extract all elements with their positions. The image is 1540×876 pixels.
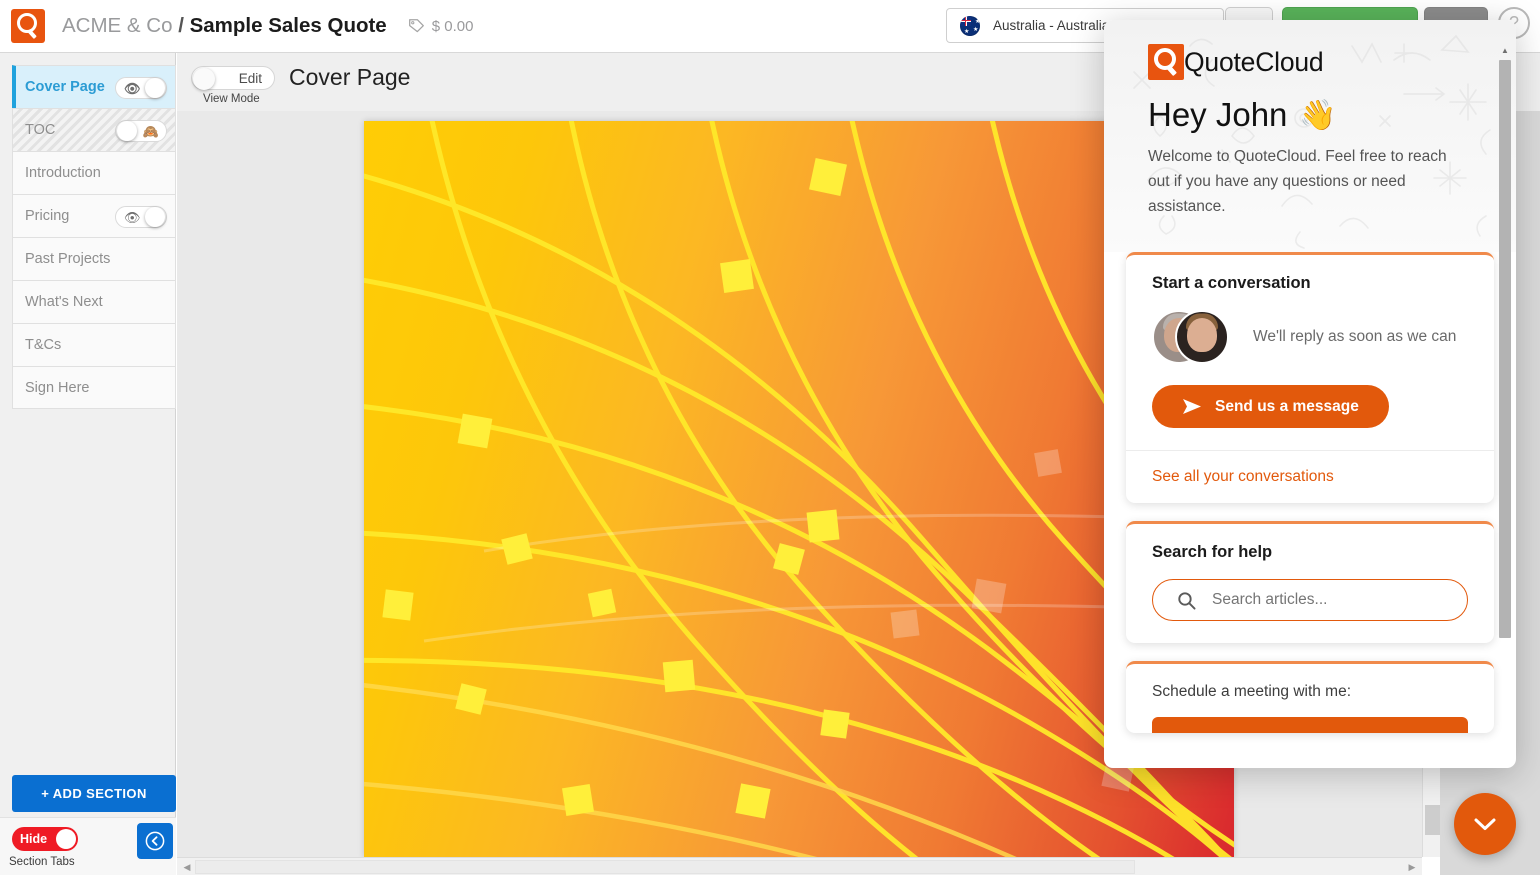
triangle-right-icon[interactable]: ▶ [1404, 858, 1420, 876]
horizontal-scroll-thumb[interactable] [195, 860, 1135, 874]
sidebar-item-label: Sign Here [25, 380, 89, 396]
sidebar-item-label: TOC [25, 122, 55, 138]
messenger-brand: QuoteCloud [1148, 44, 1472, 80]
quote-total: $ 0.00 [408, 18, 474, 35]
sidebar-item-sign-here[interactable]: Sign Here [12, 366, 176, 409]
sidebar-item-pricing[interactable]: Pricing 👁 [12, 194, 176, 237]
schedule-meeting-button[interactable] [1152, 717, 1468, 733]
messenger-launcher-button[interactable] [1454, 793, 1516, 855]
breadcrumb-separator: / [178, 14, 184, 37]
eye-slash-icon: 🙈 [143, 124, 159, 140]
help-search-field[interactable] [1152, 579, 1468, 621]
visibility-toggle-pricing[interactable]: 👁 [115, 206, 167, 228]
logo-handle [27, 29, 37, 39]
price-tag-icon [408, 18, 425, 35]
send-us-a-message-button[interactable]: Send us a message [1152, 385, 1389, 428]
arrow-left-circle-icon[interactable] [137, 823, 173, 859]
sidebar-item-label: Pricing [25, 208, 69, 224]
sidebar-item-whats-next[interactable]: What's Next [12, 280, 176, 323]
search-for-help-heading: Search for help [1152, 543, 1468, 562]
breadcrumb: ACME & Co / Sample Sales Quote [62, 14, 387, 38]
start-conversation-card: Start a conversation We'll reply as soon… [1126, 252, 1494, 503]
triangle-left-icon[interactable]: ◀ [179, 858, 195, 876]
send-button-label: Send us a message [1215, 398, 1359, 416]
search-for-help-card: Search for help [1126, 521, 1494, 643]
country-select-label: Australia - Australian [993, 18, 1117, 33]
messenger-brand-name: QuoteCloud [1184, 47, 1323, 78]
avatar-group [1152, 310, 1237, 364]
edit-mode-toggle[interactable]: Edit [191, 66, 275, 90]
visibility-toggle-cover-page[interactable]: 👁 [115, 77, 167, 99]
conversation-reply-row: We'll reply as soon as we can [1152, 310, 1468, 364]
messenger-scrollbar[interactable]: ▲ ▼ [1498, 46, 1512, 768]
hide-section-tabs-toggle[interactable]: Hide [12, 827, 78, 851]
breadcrumb-company[interactable]: ACME & Co [62, 14, 173, 37]
document-horizontal-scrollbar[interactable]: ◀ ▶ [177, 857, 1422, 875]
quote-total-value: $ 0.00 [432, 18, 474, 35]
sidebar-item-label: What's Next [25, 294, 103, 310]
paper-plane-icon [1182, 398, 1202, 415]
section-list: Cover Page 👁 TOC 🙈 Introduction Pricing … [12, 65, 176, 409]
sidebar-item-label: T&Cs [25, 337, 61, 353]
search-input[interactable] [1210, 590, 1440, 610]
sidebar-item-tcs[interactable]: T&Cs [12, 323, 176, 366]
intercom-messenger-panel[interactable]: QuoteCloud Hey John 👋 Welcome to QuoteCl… [1104, 20, 1516, 768]
eye-icon: 👁 [124, 81, 141, 97]
triangle-up-icon[interactable]: ▲ [1499, 46, 1511, 58]
edit-toggle-label: Edit [239, 71, 262, 86]
quotecloud-logo-icon[interactable] [11, 9, 45, 43]
quotecloud-logo-icon [1148, 44, 1184, 80]
sidebar-item-cover-page[interactable]: Cover Page 👁 [12, 65, 176, 108]
sidebar-item-past-projects[interactable]: Past Projects [12, 237, 176, 280]
eye-icon: 👁 [124, 210, 141, 226]
page-title: Cover Page [289, 64, 410, 91]
reply-note: We'll reply as soon as we can [1253, 325, 1456, 350]
sidebar-item-introduction[interactable]: Introduction [12, 151, 176, 194]
sections-sidebar: Cover Page 👁 TOC 🙈 Introduction Pricing … [0, 53, 176, 875]
messenger-greeting: Hey John 👋 [1148, 96, 1472, 134]
start-conversation-heading: Start a conversation [1152, 274, 1468, 293]
visibility-toggle-toc[interactable]: 🙈 [115, 120, 167, 142]
avatar [1175, 310, 1229, 364]
sidebar-footer: Hide Section Tabs [0, 817, 176, 875]
add-section-button[interactable]: + ADD SECTION [12, 775, 176, 812]
vertical-scroll-thumb[interactable] [1425, 805, 1440, 835]
sidebar-item-label: Past Projects [25, 251, 110, 267]
australia-flag-icon: ★ ★ ★ [960, 16, 980, 36]
messenger-scroll-thumb[interactable] [1499, 60, 1511, 638]
sidebar-item-toc[interactable]: TOC 🙈 [12, 108, 176, 151]
see-all-conversations-link[interactable]: See all your conversations [1126, 450, 1494, 503]
sidebar-item-label: Introduction [25, 165, 101, 181]
schedule-meeting-card: Schedule a meeting with me: [1126, 661, 1494, 733]
messenger-welcome-text: Welcome to QuoteCloud. Feel free to reac… [1148, 144, 1468, 219]
waving-hand-icon: 👋 [1299, 98, 1336, 133]
view-mode-caption: View Mode [203, 93, 260, 105]
breadcrumb-doc-title[interactable]: Sample Sales Quote [190, 14, 387, 37]
chevron-down-icon [1473, 817, 1497, 832]
hide-toggle-caption: Section Tabs [9, 856, 75, 868]
schedule-meeting-heading: Schedule a meeting with me: [1152, 683, 1468, 701]
hide-toggle-label: Hide [20, 832, 47, 846]
messenger-hero: QuoteCloud Hey John 👋 Welcome to QuoteCl… [1104, 20, 1516, 252]
sidebar-item-label: Cover Page [25, 79, 105, 95]
collapse-sidebar-glyph [145, 831, 165, 851]
messenger-greeting-text: Hey John [1148, 96, 1287, 134]
search-icon [1177, 591, 1196, 610]
